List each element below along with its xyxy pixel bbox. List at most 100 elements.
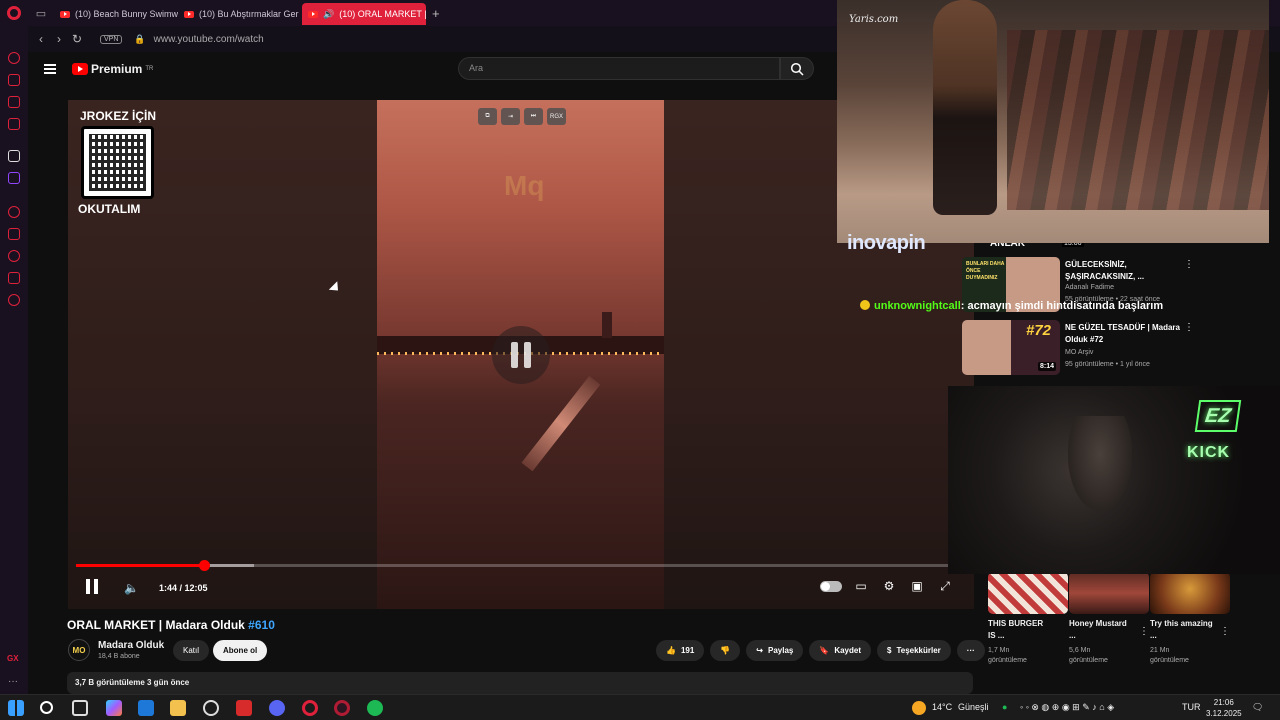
thanks-button[interactable]: $ Teşekkürler [877, 640, 951, 661]
messenger-icon[interactable] [8, 96, 20, 108]
back-icon[interactable]: ‹ [32, 32, 50, 46]
twitch-icon[interactable] [8, 172, 20, 184]
video-editor-icon[interactable] [236, 700, 252, 716]
volume-icon[interactable]: 🔈 [124, 581, 139, 595]
short-thumbnail[interactable] [1150, 572, 1230, 614]
pause-button[interactable] [86, 579, 98, 594]
tray-icons[interactable]: ◦ ◦ ⊗ ◍ ⊕ ◉ ⊞ ✎ ♪ ⌂ ◈ [1020, 702, 1114, 713]
recommendation-item[interactable]: #72 8:14 NE GÜZEL TESADÜF | Madara Olduk… [962, 320, 1198, 382]
channel-name[interactable]: Madara Olduk [98, 640, 164, 651]
rec-thumbnail[interactable]: #72 8:14 [962, 320, 1060, 375]
menu-icon[interactable] [44, 64, 56, 74]
rec-title[interactable]: GÜLECEKSİNİZ, ŞAŞIRACAKSINIZ, ... [1065, 259, 1183, 283]
save-button[interactable]: 🔖 Kaydet [809, 640, 872, 661]
tab-oral-market[interactable]: 🔊 (10) ORAL MARKET | M [302, 3, 426, 25]
box-icon[interactable] [8, 272, 20, 284]
discord-icon[interactable] [269, 700, 285, 716]
lock-icon[interactable]: 🔒 [134, 34, 145, 45]
task-view-icon[interactable] [72, 700, 88, 716]
short-title[interactable]: THIS BURGER IS ... [988, 618, 1052, 642]
center-pause-icon[interactable] [492, 326, 550, 384]
language-indicator[interactable]: TUR [1182, 702, 1201, 712]
opera-taskbar-icon[interactable] [302, 700, 318, 716]
search-button[interactable] [780, 57, 814, 80]
bag-icon[interactable] [8, 74, 20, 86]
tray-spotify-icon[interactable]: ● [1002, 702, 1007, 712]
notification-icon[interactable]: 🗨 [1252, 702, 1263, 713]
settings-gear-icon[interactable]: ⚙ [880, 577, 898, 595]
windows-start-icon[interactable] [8, 700, 24, 716]
short-item[interactable]: Honey Mustard ... 5,6 Mn görüntüleme ⋮ [1069, 572, 1149, 666]
settings-icon[interactable] [8, 294, 20, 306]
speaker-icon[interactable]: 🔊 [323, 9, 334, 20]
channel-avatar[interactable]: MO [68, 639, 90, 661]
reload-icon[interactable]: ↻ [68, 32, 86, 46]
pip-icon[interactable]: ⧉ [478, 108, 497, 125]
weather-temp[interactable]: 14°C [932, 702, 952, 712]
like-button[interactable]: 👍 191 [656, 640, 705, 661]
arrow-icon[interactable] [8, 150, 20, 162]
app-icon[interactable] [203, 700, 219, 716]
short-title[interactable]: Try this amazing ... [1150, 618, 1214, 642]
opera-menu-icon[interactable] [0, 0, 28, 26]
popout-icon[interactable]: ⇥ [501, 108, 520, 125]
miniplayer-icon[interactable]: ▣ [908, 577, 926, 595]
outlook-icon[interactable] [138, 700, 154, 716]
skip-icon[interactable]: ⏭ [524, 108, 543, 125]
short-thumbnail[interactable] [1069, 572, 1149, 614]
share-button[interactable]: ↪ Paylaş [746, 640, 804, 661]
rgx-button[interactable]: RGX [547, 108, 566, 125]
player-icon[interactable] [8, 206, 20, 218]
video-title: ORAL MARKET | Madara Olduk #610 [67, 618, 275, 632]
system-clock[interactable]: 21:06 3.12.2025 [1206, 697, 1242, 719]
qr-code [81, 126, 154, 199]
url-field[interactable]: www.youtube.com/watch [154, 34, 264, 45]
opera-gx-taskbar-icon[interactable] [334, 700, 350, 716]
thanks-label: Teşekkürler [896, 646, 941, 655]
file-explorer-icon[interactable] [170, 700, 186, 716]
copilot-icon[interactable] [106, 700, 122, 716]
music-icon[interactable] [8, 118, 20, 130]
tab-bu-abstirmaklar[interactable]: (10) Bu Abştırmaklar Ger [178, 3, 302, 25]
video-title-text: ORAL MARKET | Madara Olduk [67, 618, 245, 632]
more-actions-button[interactable]: ··· [956, 640, 985, 661]
gx-label[interactable]: GX [7, 654, 19, 663]
new-tab-button[interactable]: + [432, 6, 440, 21]
youtube-logo[interactable]: Premium TR [72, 62, 153, 76]
description-box[interactable]: 3,7 B görüntüleme 3 gün önce [67, 672, 973, 694]
tab-beach-bunny[interactable]: (10) Beach Bunny Swimw [54, 3, 178, 25]
short-item[interactable]: THIS BURGER IS ... 1,7 Mn görüntüleme [988, 572, 1068, 666]
taskbar-search-icon[interactable] [40, 701, 53, 714]
short-item[interactable]: Try this amazing ... 21 Mn görüntüleme ⋮ [1150, 572, 1230, 666]
rec-title[interactable]: NE GÜZEL TESADÜF | Madara Olduk #72 [1065, 322, 1183, 346]
subscribe-button[interactable]: Abone ol [213, 640, 268, 661]
weather-desc[interactable]: Güneşli [958, 702, 989, 712]
subtitles-icon[interactable]: ▭ [852, 577, 870, 595]
forward-icon[interactable]: › [50, 32, 68, 46]
sidebar-more-icon[interactable]: ··· [8, 676, 18, 687]
video-hashtag[interactable]: #610 [248, 618, 275, 632]
join-button[interactable]: Katıl [173, 640, 210, 661]
rec-more-icon[interactable]: ⋮ [1184, 322, 1194, 333]
history-icon[interactable] [8, 250, 20, 262]
opera-ai-icon[interactable] [8, 52, 20, 64]
rec-channel[interactable]: MO Arşiv [1065, 349, 1093, 356]
spotify-icon[interactable] [367, 700, 383, 716]
progress-bar[interactable] [76, 560, 966, 571]
short-thumbnail[interactable] [988, 572, 1068, 614]
ez-logo: EZ [1194, 400, 1242, 432]
rec-more-icon[interactable]: ⋮ [1184, 259, 1194, 270]
vpn-badge[interactable]: VPN [100, 34, 123, 44]
short-more-icon[interactable]: ⋮ [1139, 626, 1149, 637]
tab-overview-icon[interactable]: ▭ [28, 0, 54, 26]
rec-channel[interactable]: Adanalı Fadime [1065, 284, 1114, 291]
search-input[interactable]: Ara [458, 57, 780, 80]
weather-sun-icon[interactable] [912, 701, 926, 715]
short-title[interactable]: Honey Mustard ... [1069, 618, 1133, 642]
fullscreen-icon[interactable]: ⤢ [936, 577, 954, 595]
autoplay-toggle[interactable] [820, 580, 842, 592]
bookmark-icon[interactable] [8, 228, 20, 240]
short-more-icon[interactable]: ⋮ [1220, 626, 1230, 637]
dislike-button[interactable]: 👎 [710, 640, 741, 661]
boat-rail [521, 376, 601, 472]
